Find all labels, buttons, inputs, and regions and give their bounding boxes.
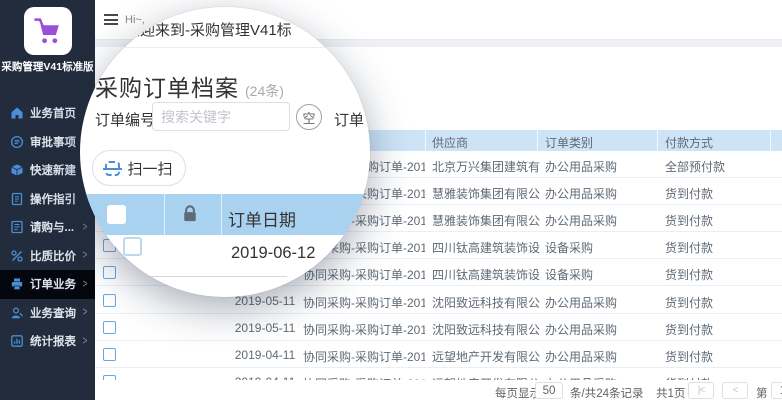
select-all-checkbox[interactable] [107,205,126,224]
column-header-supplier: 供应商 [432,134,468,151]
record-count-badge: (24条) [245,83,284,99]
printer-icon [9,277,24,292]
cell-order-name: 协同采购-采购订单-201... [303,266,425,283]
row-checkbox-magnified[interactable] [123,237,142,256]
cell-payment-method: 全部预付款 [665,158,775,175]
approval-icon [9,134,24,149]
table-row: 2019-04-11协同采购-采购订单-201...远望地产开发有限公司办公用品… [95,341,782,368]
cell-supplier: 沈阳致远科技有限公司 [432,321,540,338]
cell-supplier: 四川钛高建筑装饰设... [432,239,540,256]
sidebar-item-order-business[interactable]: 订单业务 > [0,270,95,299]
sidebar-item-label: 请购与... [30,219,74,235]
sidebar-item-label: 操作指引 [30,191,76,207]
row-checkbox[interactable] [103,321,116,334]
next-filter-label-partial: 订单 [334,109,364,130]
sidebar-item-label: 业务查询 [30,305,76,321]
app-window: 采购管理V41标准版 业务首页审批事项快速新建操作指引请购与...>比质比价>订… [0,0,782,400]
records-count-label: 条/共24条记录 [570,385,644,400]
per-page-select[interactable]: 50 [535,382,563,399]
sidebar-item-label: 订单业务 [30,276,76,292]
welcome-text-magnified: ，欢迎来到-采购管理V41标 [110,19,292,40]
cell-supplier: 慧雅装饰集团有限公司 [432,212,540,229]
guide-icon [9,191,24,206]
cell-order-type: 设备采购 [545,239,655,256]
total-pages-label: 共1页 [656,385,685,400]
shopping-cart-icon [32,16,64,46]
cell-order-type: 设备采购 [545,266,655,283]
table-row: 2019-05-11协同采购-采购订单-201...沈阳致远科技有限公司办公用品… [95,314,782,341]
page-number-input[interactable]: 1 [771,382,782,399]
row-checkbox[interactable] [103,348,116,361]
column-header-payment: 付款方式 [665,134,713,151]
magnifier-overlay: ，欢迎来到-采购管理V41标 采购订单档案(24条) 订单编号 空 订单 扫一扫… [80,7,370,297]
row-checkbox[interactable] [103,266,116,279]
cell-order-name: 协同采购-采购订单-201... [303,348,425,365]
cell-supplier: 沈阳致远科技有限公司 [432,294,540,311]
cell-payment-method: 货到付款 [665,185,775,202]
chevron-right-icon: > [83,278,88,291]
cell-order-name: 协同采购-采购订单-201... [303,321,425,338]
cell-payment-method: 货到付款 [665,348,775,365]
prev-page-button[interactable]: < [722,382,748,399]
list-icon [9,220,24,235]
lock-icon [181,204,199,224]
sidebar-item-statistics-report[interactable]: 统计报表 > [0,327,95,356]
chevron-right-icon: > [83,306,88,319]
chevron-right-icon: > [83,335,88,348]
sidebar-item-compare-price[interactable]: 比质比价 > [0,242,95,271]
cell-order-type: 办公用品采购 [545,185,655,202]
percent-icon [9,248,24,263]
topbar-divider-magnified [98,47,368,48]
cell-supplier: 慧雅装饰集团有限公司 [432,185,540,202]
row-date-magnified: 2019-06-12 [231,244,315,263]
cell-payment-method: 货到付款 [665,239,775,256]
order-number-clear-button[interactable]: 空 [296,104,322,130]
cell-order-type: 办公用品采购 [545,321,655,338]
cell-supplier: 北京万兴集团建筑有... [432,158,540,175]
cell-supplier: 四川钛高建筑装饰设... [432,266,540,283]
chart-icon [9,334,24,349]
cell-order-type: 办公用品采购 [545,348,655,365]
cube-icon [9,163,24,178]
sidebar-item-label: 业务首页 [30,105,76,121]
order-number-search-input[interactable] [152,102,290,131]
sidebar-item-label: 比质比价 [30,248,76,264]
cell-order-type: 办公用品采购 [545,294,655,311]
row-checkbox[interactable] [103,294,116,307]
cell-order-name: 协同采购-采购订单-201... [303,294,425,311]
column-header-type: 订单类别 [545,134,593,151]
pagination-bar: 每页显示 50 条/共24条记录 共1页 |< < 第 1 页 [95,380,782,400]
page-prefix-label: 第 [756,385,768,400]
cell-supplier: 远望地产开发有限公司 [432,348,540,365]
cell-order-type: 办公用品采购 [545,158,655,175]
cell-payment-method: 货到付款 [665,294,775,311]
app-logo [24,7,72,55]
sidebar-item-business-home[interactable]: 业务首页 [0,99,95,128]
cell-payment-method: 货到付款 [665,212,775,229]
sidebar-item-label: 审批事项 [30,134,76,150]
query-icon [9,305,24,320]
cell-payment-method: 货到付款 [665,321,775,338]
cell-order-type: 办公用品采购 [545,212,655,229]
first-page-button[interactable]: |< [688,382,714,399]
table-header-magnified: 订单日期 [80,194,370,235]
sidebar-item-label: 统计报表 [30,333,76,349]
sidebar-item-business-query[interactable]: 业务查询 > [0,299,95,328]
column-header-date-magnified: 订单日期 [228,206,296,231]
scan-button[interactable]: 扫一扫 [92,150,186,186]
home-icon [9,106,24,121]
app-title: 采购管理V41标准版 [0,59,95,74]
chevron-right-icon: > [83,249,88,262]
page-title: 采购订单档案(24条) [95,69,284,103]
row-divider-magnified [150,276,287,277]
order-number-filter-label: 订单编号 [95,109,155,130]
cell-payment-method: 货到付款 [665,266,775,283]
sidebar-item-label: 快速新建 [30,162,76,178]
scan-icon [105,161,120,176]
